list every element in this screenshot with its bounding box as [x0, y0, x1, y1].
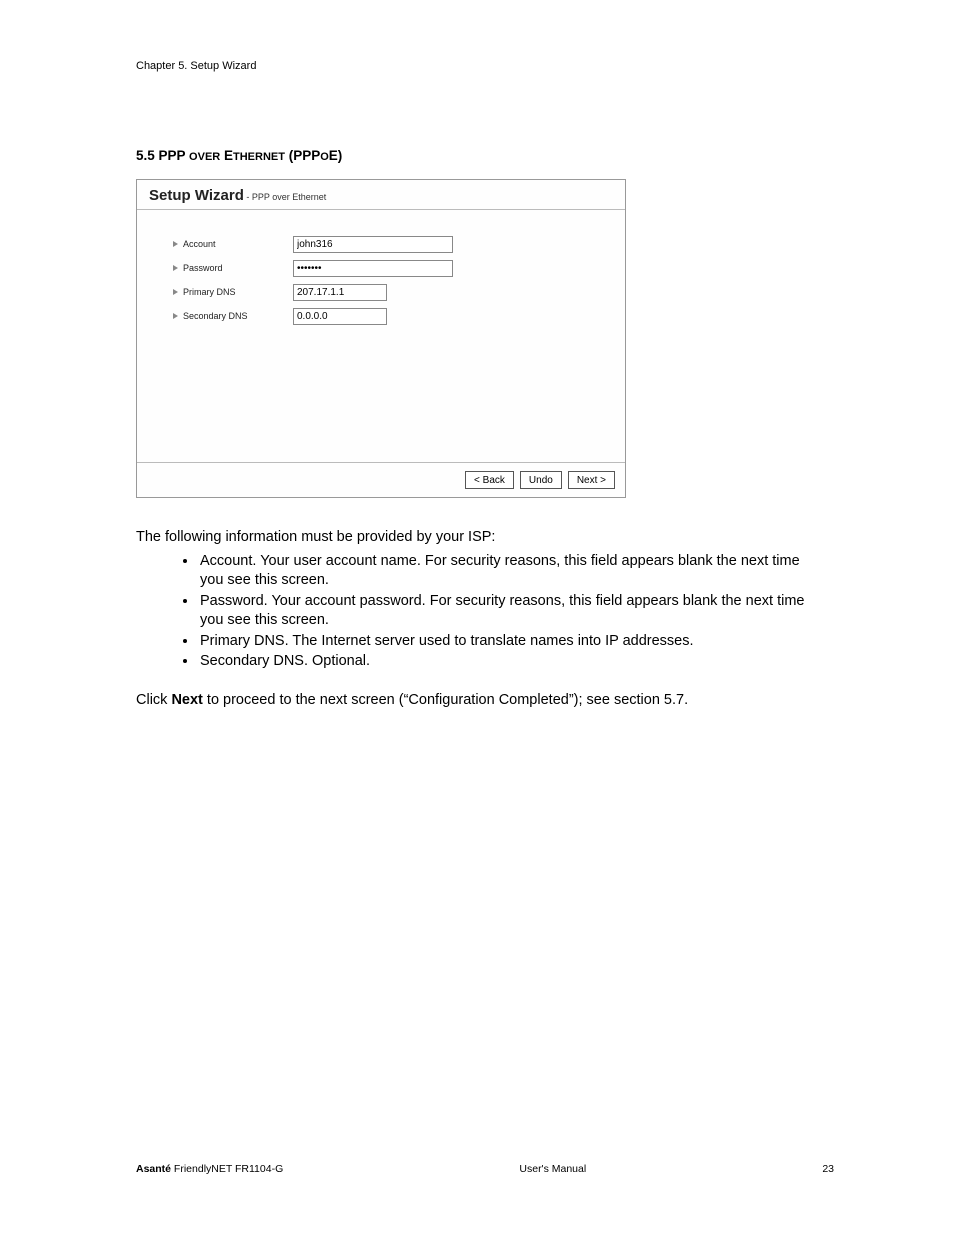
arrow-icon: [173, 241, 178, 247]
wizard-footer: < Back Undo Next >: [137, 462, 625, 497]
next-button[interactable]: Next >: [568, 471, 615, 489]
heading-e: E): [329, 148, 343, 163]
heading-mid: E: [220, 148, 233, 163]
list-item: Primary DNS. The Internet server used to…: [198, 632, 824, 652]
heading-thernet: THERNET: [233, 151, 285, 163]
next-instruction: Click Next to proceed to the next screen…: [136, 692, 824, 708]
heading-suffix: (PPP: [285, 148, 320, 163]
field-row-primary-dns: Primary DNS: [173, 282, 607, 302]
secondary-dns-label: Secondary DNS: [183, 311, 293, 321]
info-bullet-list: Account. Your user account name. For sec…: [198, 552, 824, 672]
heading-over: OVER: [189, 151, 220, 163]
wizard-title-sep: -: [244, 192, 252, 202]
brand-rest: FriendlyNET FR1104-G: [171, 1163, 283, 1175]
wizard-subtitle: PPP over Ethernet: [252, 192, 326, 202]
section-heading: 5.5 PPP OVER ETHERNET (PPPOE): [136, 148, 824, 163]
next-after: to proceed to the next screen (“Configur…: [203, 692, 688, 708]
password-label: Password: [183, 263, 293, 273]
list-item: Secondary DNS. Optional.: [198, 652, 824, 672]
wizard-form: Account Password Primary DNS Secondary D…: [137, 210, 625, 462]
wizard-titlebar: Setup Wizard - PPP over Ethernet: [137, 180, 625, 210]
footer-brand: Asanté FriendlyNET FR1104-G: [136, 1163, 283, 1175]
page-footer: Asanté FriendlyNET FR1104-G User's Manua…: [136, 1163, 834, 1175]
account-label: Account: [183, 239, 293, 249]
intro-text: The following information must be provid…: [136, 528, 824, 548]
heading-prefix: 5.5 PPP: [136, 148, 189, 163]
footer-page-number: 23: [822, 1163, 834, 1175]
account-input[interactable]: [293, 236, 453, 253]
back-button[interactable]: < Back: [465, 471, 514, 489]
arrow-icon: [173, 313, 178, 319]
secondary-dns-input[interactable]: [293, 308, 387, 325]
field-row-password: Password: [173, 258, 607, 278]
chapter-header: Chapter 5. Setup Wizard: [136, 60, 824, 72]
primary-dns-label: Primary DNS: [183, 287, 293, 297]
setup-wizard-panel: Setup Wizard - PPP over Ethernet Account…: [136, 179, 626, 498]
list-item: Password. Your account password. For sec…: [198, 592, 824, 631]
footer-center: User's Manual: [519, 1163, 586, 1175]
arrow-icon: [173, 289, 178, 295]
wizard-title: Setup Wizard: [149, 187, 244, 204]
undo-button[interactable]: Undo: [520, 471, 562, 489]
field-row-account: Account: [173, 234, 607, 254]
primary-dns-input[interactable]: [293, 284, 387, 301]
brand-bold: Asanté: [136, 1163, 171, 1175]
heading-o: O: [320, 151, 329, 163]
password-input[interactable]: [293, 260, 453, 277]
next-before: Click: [136, 692, 171, 708]
arrow-icon: [173, 265, 178, 271]
next-bold: Next: [171, 692, 202, 708]
list-item: Account. Your user account name. For sec…: [198, 552, 824, 591]
field-row-secondary-dns: Secondary DNS: [173, 306, 607, 326]
